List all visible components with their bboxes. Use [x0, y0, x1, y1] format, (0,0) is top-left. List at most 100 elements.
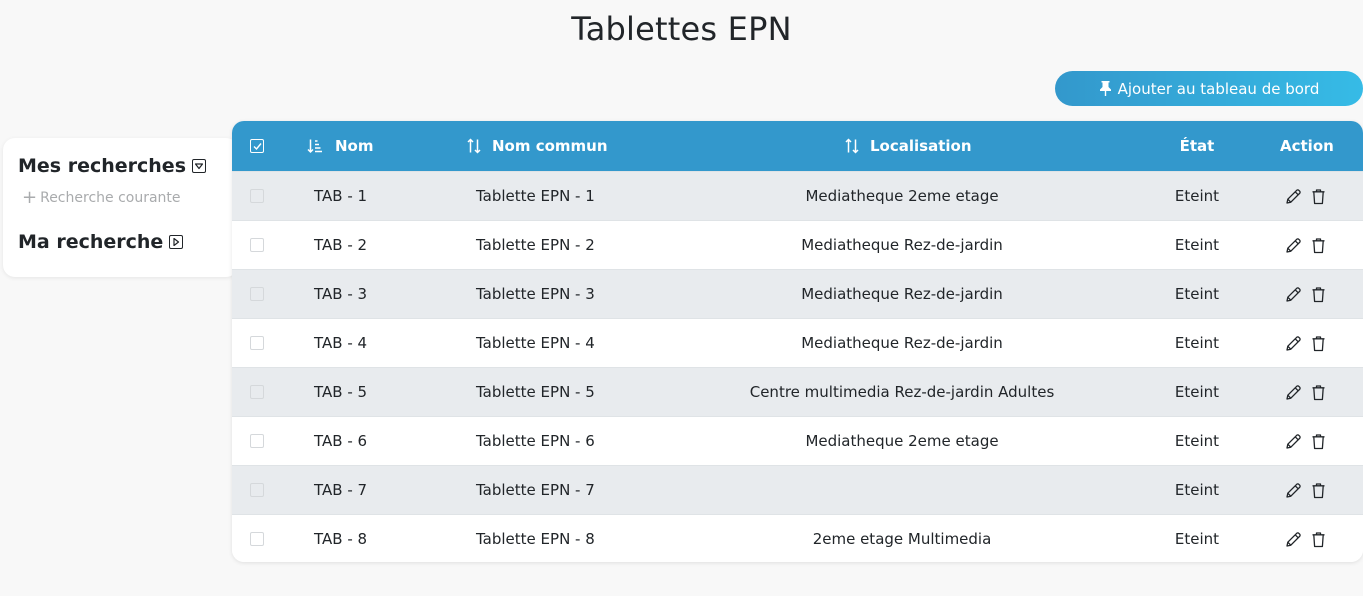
cell-localisation: Mediatheque 2eme etage	[805, 187, 999, 205]
cell-nom-commun: Tablette EPN - 7	[476, 481, 595, 499]
cell-localisation: Mediatheque Rez-de-jardin	[801, 285, 1003, 303]
saved-searches-panel: Mes recherches + Recherche courante Ma r…	[3, 138, 238, 277]
row-checkbox[interactable]	[250, 434, 264, 448]
cell-localisation: Mediatheque 2eme etage	[805, 432, 999, 450]
edit-icon[interactable]	[1285, 188, 1302, 205]
plus-icon: +	[22, 187, 38, 208]
trash-icon[interactable]	[1310, 482, 1327, 499]
pin-icon	[1099, 81, 1111, 96]
edit-icon[interactable]	[1285, 286, 1302, 303]
chevron-down-icon	[192, 159, 207, 173]
edit-icon[interactable]	[1285, 384, 1302, 401]
chevron-right-icon	[169, 235, 184, 249]
cell-localisation	[672, 466, 1132, 514]
column-label-action: Action	[1280, 137, 1334, 155]
edit-icon[interactable]	[1285, 237, 1302, 254]
cell-nom-commun: Tablette EPN - 8	[476, 530, 595, 548]
table-row[interactable]: TAB - 4 Tablette EPN - 4 Mediatheque Rez-d…	[232, 318, 1363, 367]
table-row[interactable]: TAB - 5 Tablette EPN - 5 Centre multimedia…	[232, 367, 1363, 416]
column-header-action: Action	[1280, 121, 1334, 171]
trash-icon[interactable]	[1310, 531, 1327, 548]
edit-icon[interactable]	[1285, 531, 1302, 548]
row-checkbox[interactable]	[250, 336, 264, 350]
table-row[interactable]: TAB - 8 Tablette EPN - 8 2eme etage Multim…	[232, 514, 1363, 562]
cell-nom: TAB - 2	[314, 236, 368, 254]
column-header-localisation[interactable]: Localisation	[844, 121, 972, 171]
trash-icon[interactable]	[1310, 286, 1327, 303]
edit-icon[interactable]	[1285, 335, 1302, 352]
add-current-search-label: Recherche courante	[40, 190, 181, 206]
trash-icon[interactable]	[1310, 188, 1327, 205]
cell-nom-commun: Tablette EPN - 6	[476, 432, 595, 450]
add-to-dashboard-button[interactable]: Ajouter au tableau de bord	[1055, 71, 1363, 106]
cell-localisation: Mediatheque Rez-de-jardin	[801, 236, 1003, 254]
cell-etat: Eteint	[1174, 236, 1220, 254]
cell-nom-commun: Tablette EPN - 2	[476, 236, 595, 254]
row-actions	[1285, 417, 1327, 465]
row-checkbox[interactable]	[250, 532, 264, 546]
my-search-toggle[interactable]: Ma recherche	[18, 231, 184, 253]
table-row[interactable]: TAB - 1 Tablette EPN - 1 Mediatheque 2eme …	[232, 171, 1363, 220]
cell-nom-commun: Tablette EPN - 3	[476, 285, 595, 303]
column-header-nom-commun[interactable]: Nom commun	[466, 121, 608, 171]
column-header-nom[interactable]: Nom	[307, 121, 374, 171]
cell-nom: TAB - 4	[314, 334, 368, 352]
cell-nom-commun: Tablette EPN - 5	[476, 383, 595, 401]
cell-nom: TAB - 7	[314, 481, 368, 499]
cell-nom: TAB - 5	[314, 383, 368, 401]
row-actions	[1285, 221, 1327, 269]
cell-localisation: 2eme etage Multimedia	[812, 530, 992, 548]
cell-nom: TAB - 3	[314, 285, 368, 303]
row-actions	[1285, 319, 1327, 367]
select-all-checkbox[interactable]	[250, 139, 264, 153]
row-checkbox[interactable]	[250, 483, 264, 497]
row-actions	[1285, 466, 1327, 514]
table-row[interactable]: TAB - 2 Tablette EPN - 2 Mediatheque Rez-d…	[232, 220, 1363, 269]
tablets-table: Nom Nom commun Localisation État Action …	[232, 121, 1363, 562]
add-to-dashboard-label: Ajouter au tableau de bord	[1117, 79, 1320, 98]
cell-nom-commun: Tablette EPN - 1	[476, 187, 595, 205]
row-checkbox[interactable]	[250, 238, 264, 252]
trash-icon[interactable]	[1310, 384, 1327, 401]
row-actions	[1285, 515, 1327, 562]
my-search-title: Ma recherche	[18, 231, 164, 253]
trash-icon[interactable]	[1310, 237, 1327, 254]
cell-etat: Eteint	[1174, 285, 1220, 303]
table-header: Nom Nom commun Localisation État Action	[232, 121, 1363, 171]
row-checkbox[interactable]	[250, 287, 264, 301]
edit-icon[interactable]	[1285, 433, 1302, 450]
column-label-localisation: Localisation	[870, 137, 972, 155]
row-actions	[1285, 270, 1327, 318]
cell-nom-commun: Tablette EPN - 4	[476, 334, 595, 352]
trash-icon[interactable]	[1310, 335, 1327, 352]
column-header-etat[interactable]: État	[1162, 121, 1232, 171]
sort-icon	[467, 138, 481, 154]
cell-etat: Eteint	[1174, 334, 1220, 352]
check-icon	[253, 142, 262, 150]
row-actions	[1285, 172, 1327, 220]
saved-searches-toggle[interactable]: Mes recherches	[18, 155, 207, 177]
cell-etat: Eteint	[1174, 530, 1220, 548]
row-checkbox[interactable]	[250, 189, 264, 203]
sort-icon	[845, 138, 859, 154]
cell-etat: Eteint	[1174, 481, 1220, 499]
edit-icon[interactable]	[1285, 482, 1302, 499]
column-label-nom-commun: Nom commun	[492, 137, 608, 155]
cell-etat: Eteint	[1174, 187, 1220, 205]
page-title: Tablettes EPN	[571, 10, 792, 48]
add-current-search-button[interactable]: + Recherche courante	[22, 187, 181, 208]
row-checkbox[interactable]	[250, 385, 264, 399]
table-row[interactable]: TAB - 3 Tablette EPN - 3 Mediatheque Rez-d…	[232, 269, 1363, 318]
table-row[interactable]: TAB - 7 Tablette EPN - 7 Eteint	[232, 465, 1363, 514]
cell-localisation: Mediatheque Rez-de-jardin	[801, 334, 1003, 352]
cell-etat: Eteint	[1174, 383, 1220, 401]
cell-etat: Eteint	[1174, 432, 1220, 450]
column-label-etat: État	[1179, 137, 1215, 155]
trash-icon[interactable]	[1310, 433, 1327, 450]
cell-nom: TAB - 8	[314, 530, 368, 548]
cell-nom: TAB - 6	[314, 432, 368, 450]
saved-searches-title: Mes recherches	[18, 155, 187, 177]
row-actions	[1285, 368, 1327, 416]
table-row[interactable]: TAB - 6 Tablette EPN - 6 Mediatheque 2eme …	[232, 416, 1363, 465]
cell-nom: TAB - 1	[314, 187, 368, 205]
